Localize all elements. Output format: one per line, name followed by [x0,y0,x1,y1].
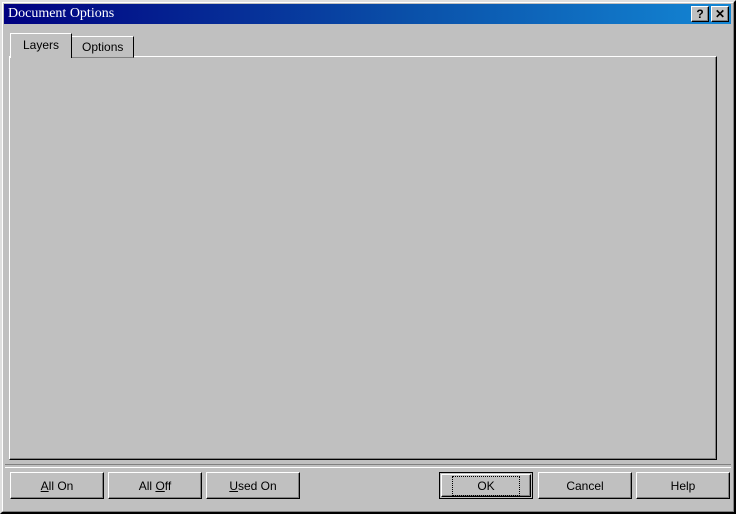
ok-button[interactable]: OK [439,472,533,499]
help-icon[interactable]: ? [691,6,709,22]
title-bar[interactable]: Document Options ? ✕ [4,4,731,24]
all-on-button[interactable]: All On [10,472,104,499]
cancel-label: Cancel [566,479,603,493]
tab-options[interactable]: Options [71,36,134,58]
all-on-label: ll On [49,479,74,493]
window-title: Document Options [4,6,691,22]
used-on-label: sed On [238,479,277,493]
tab-layers[interactable]: Layers [10,33,72,58]
close-icon[interactable]: ✕ [711,6,729,22]
bottom-separator [5,464,731,468]
cancel-button[interactable]: Cancel [538,472,632,499]
help-label: Help [671,479,696,493]
all-off-label: ff [165,479,171,493]
all-off-button[interactable]: All Off [108,472,202,499]
help-button[interactable]: Help [636,472,730,499]
ok-label: OK [477,479,494,493]
layers-tab-panel [9,56,717,460]
used-on-button[interactable]: Used On [206,472,300,499]
title-bar-buttons: ? ✕ [691,6,731,22]
document-options-dialog: Document Options ? ✕ Layers Options Sign… [0,0,736,514]
tab-strip: Layers Options [12,34,135,58]
